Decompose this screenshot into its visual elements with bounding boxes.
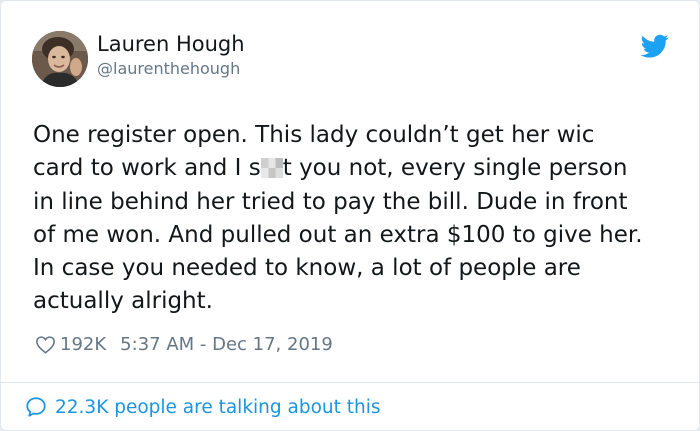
tweet-text-segment: t you not, every single person (282, 155, 628, 182)
tweet-text-line: In case you needed to know, a lot of peo… (33, 255, 581, 282)
avatar-photo (32, 31, 88, 87)
heart-icon[interactable] (35, 335, 56, 354)
tweet-card: Lauren Hough @laurenthehough One registe… (0, 0, 700, 431)
tweet-text-line: actually alright. (33, 288, 213, 315)
tweet-text-line: of me won. And pulled out an extra $100 … (33, 221, 643, 248)
avatar[interactable] (32, 31, 88, 87)
like-count[interactable]: 192K (60, 334, 106, 355)
tweet-meta: 192K 5:37 AM - Dec 17, 2019 (35, 332, 333, 356)
tweet-text: One register open. This lady couldn’t ge… (33, 119, 683, 319)
tweet-text-segment: card to work and I s (33, 155, 261, 182)
tweet-text-line: One register open. This lady couldn’t ge… (33, 122, 595, 148)
tweet-text-line: card to work and I s t you not, every sin… (33, 152, 683, 185)
censor-mosaic (260, 158, 283, 179)
author-name[interactable]: Lauren Hough (97, 32, 245, 56)
divider (1, 382, 699, 383)
conversation-link[interactable]: 22.3K people are talking about this (25, 394, 381, 420)
twitter-bird-icon[interactable] (641, 32, 669, 60)
timestamp[interactable]: 5:37 AM - Dec 17, 2019 (120, 334, 333, 355)
author-handle[interactable]: @laurenthehough (97, 59, 240, 78)
speech-bubble-icon (26, 397, 46, 417)
tweet-text-line: in line behind her tried to pay the bill… (33, 188, 628, 215)
conversation-text[interactable]: 22.3K people are talking about this (55, 397, 381, 418)
